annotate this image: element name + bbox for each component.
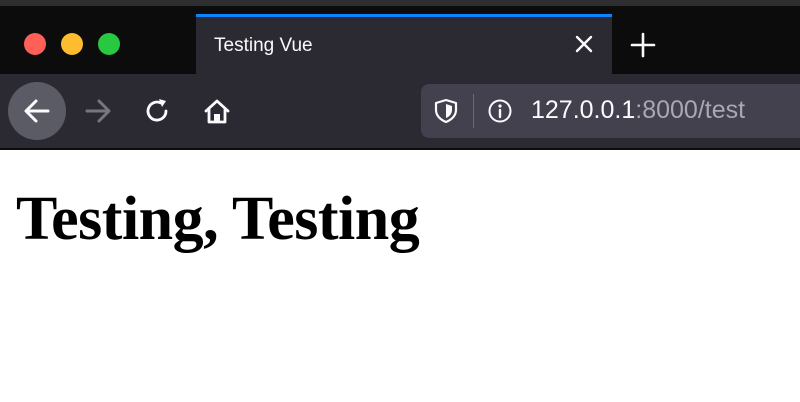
address-bar[interactable]: 127.0.0.1:8000/test <box>421 84 800 138</box>
reload-icon[interactable] <box>128 82 186 140</box>
url-port-path: :8000/test <box>635 96 746 124</box>
url-text[interactable]: 127.0.0.1:8000/test <box>531 96 745 125</box>
arrow-left-icon[interactable] <box>8 82 66 140</box>
address-bar-divider <box>473 94 474 128</box>
navigation-toolbar: 127.0.0.1:8000/test <box>0 74 800 150</box>
tab-strip: Testing Vue <box>0 6 800 74</box>
window-zoom-button[interactable] <box>98 33 120 55</box>
close-icon[interactable] <box>570 30 598 58</box>
tab-title: Testing Vue <box>214 35 313 56</box>
shield-icon[interactable] <box>433 98 459 124</box>
plus-icon[interactable] <box>626 28 660 62</box>
page-heading: Testing, Testing <box>16 185 420 253</box>
info-icon[interactable] <box>487 98 513 124</box>
window-minimize-button[interactable] <box>61 33 83 55</box>
tab-testing-vue[interactable]: Testing Vue <box>196 14 612 74</box>
window-close-button[interactable] <box>24 33 46 55</box>
page-content: Testing, Testing <box>0 150 800 402</box>
home-icon[interactable] <box>188 82 246 140</box>
url-host: 127.0.0.1 <box>531 96 636 124</box>
browser-window: Testing Vue 127.0.0.1:8000/test Testing,… <box>0 0 800 402</box>
arrow-right-icon[interactable] <box>69 82 127 140</box>
